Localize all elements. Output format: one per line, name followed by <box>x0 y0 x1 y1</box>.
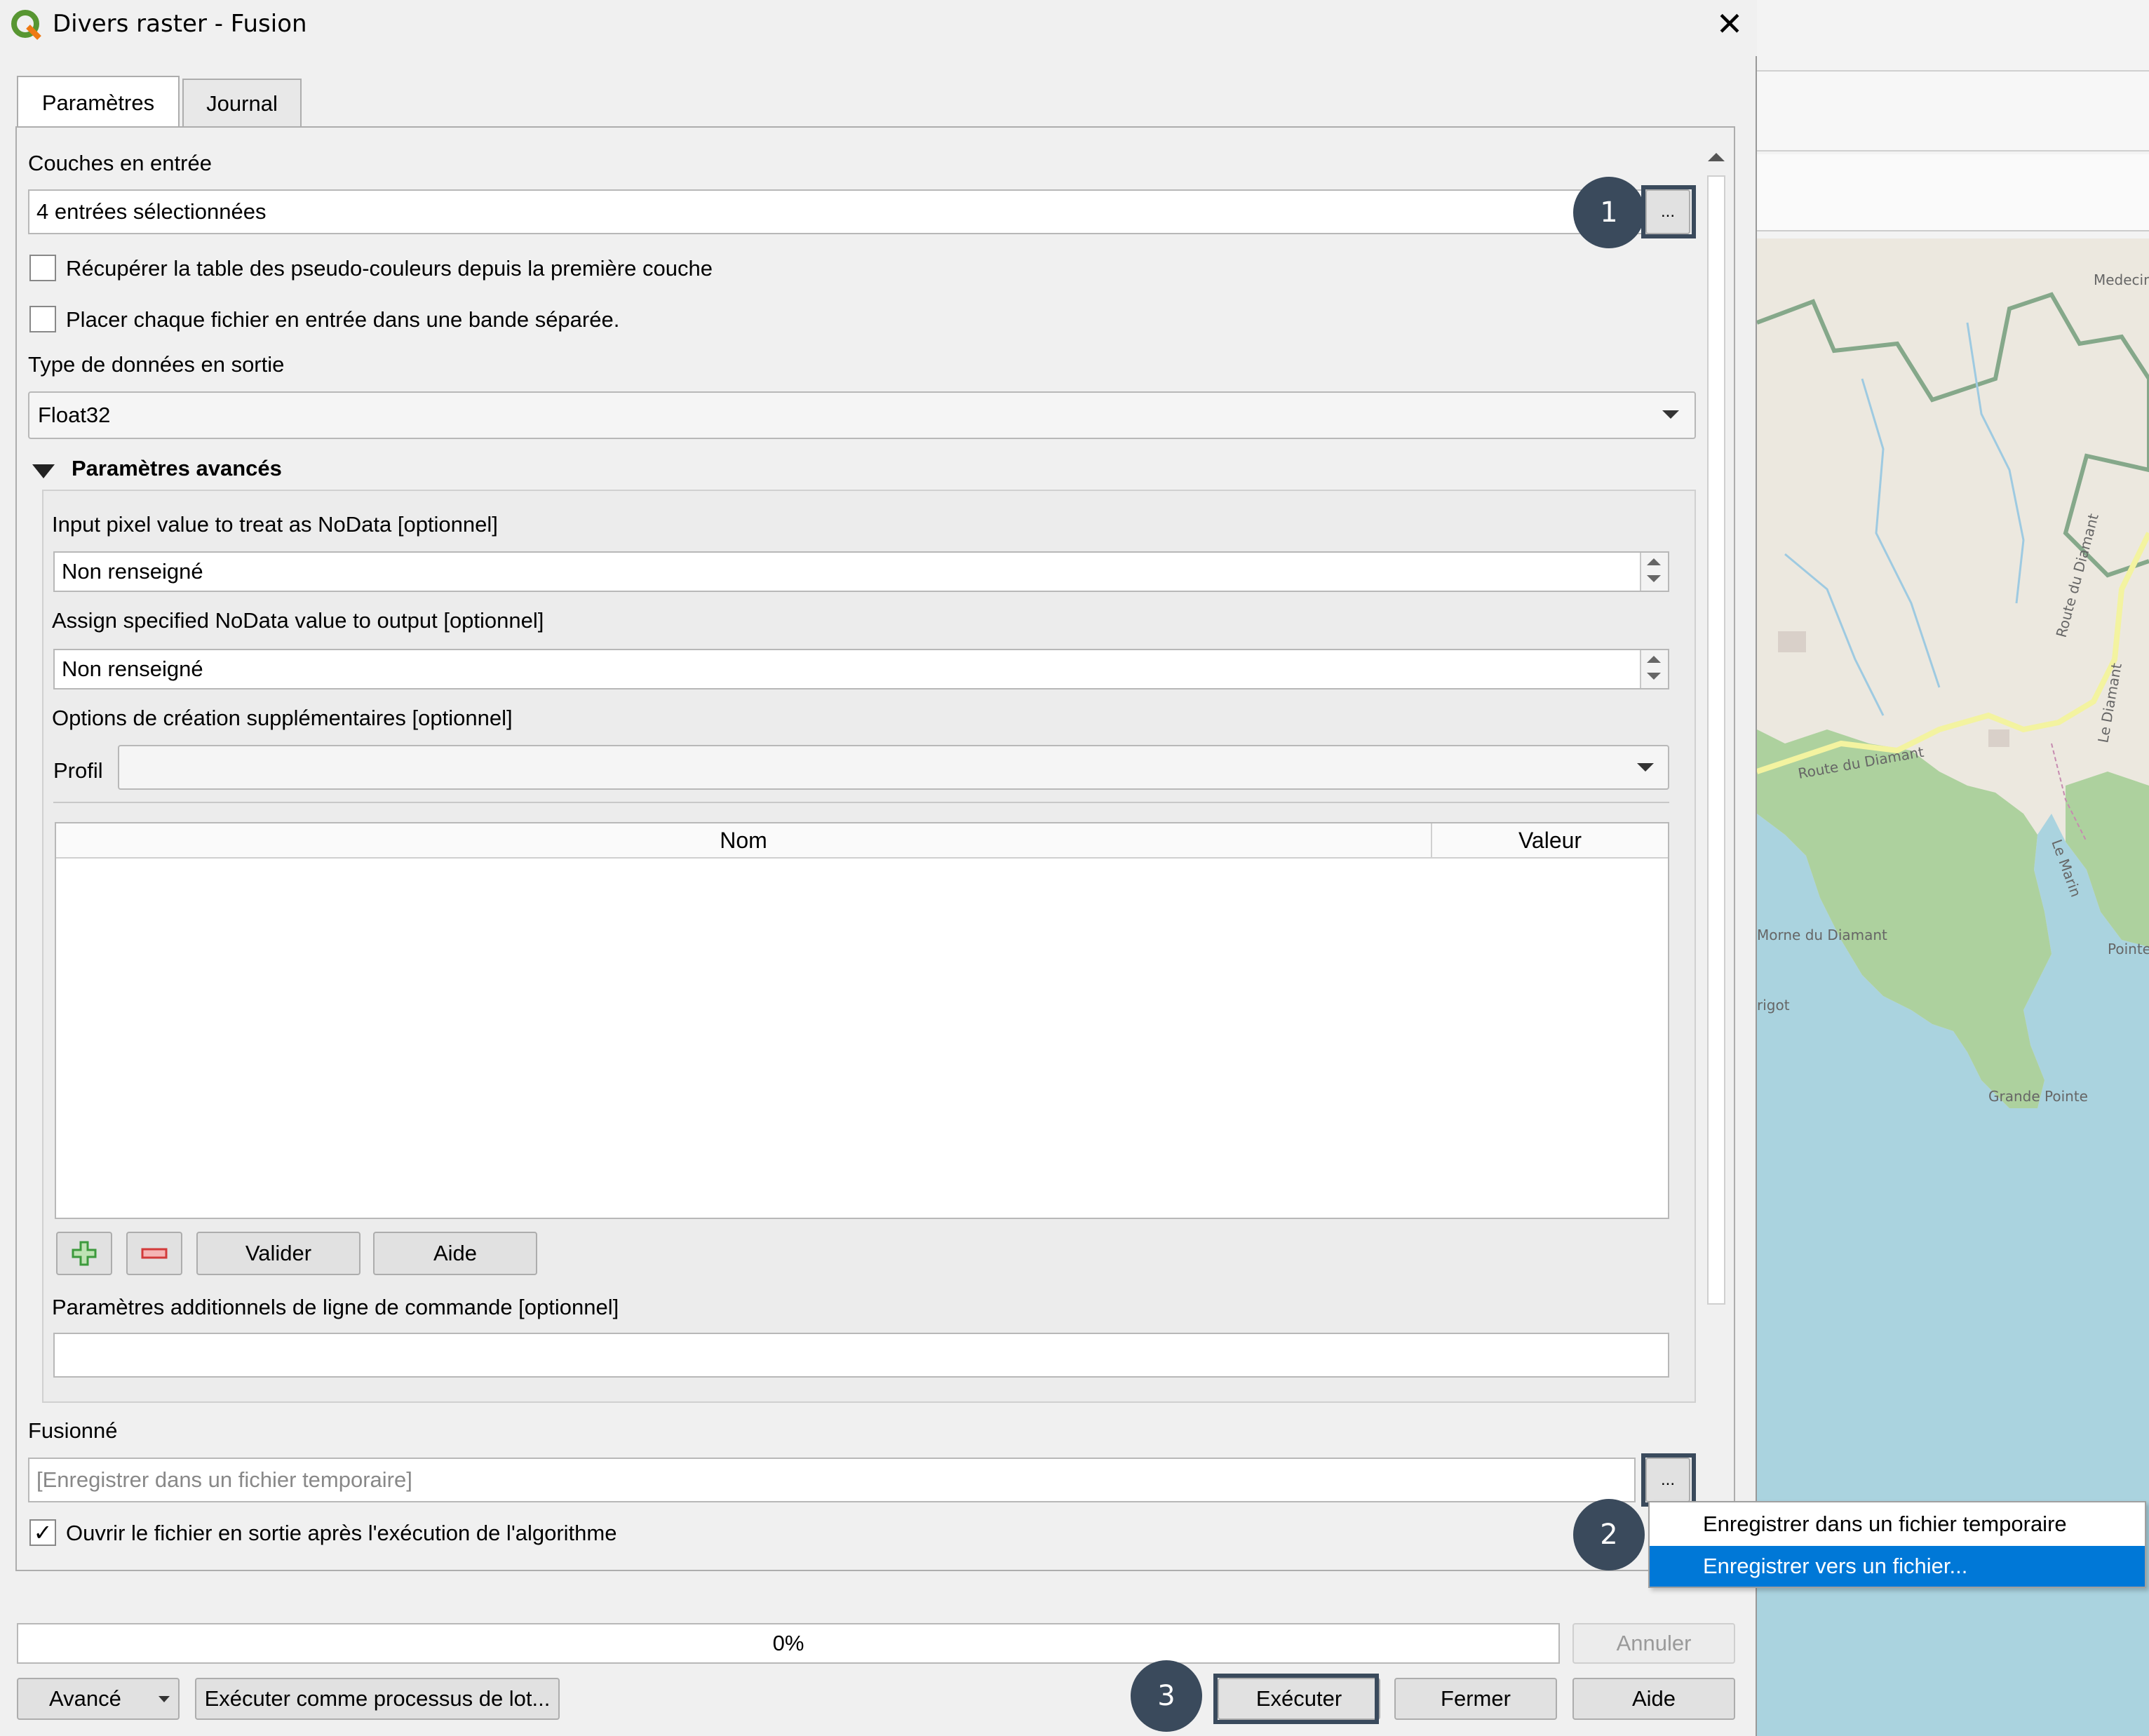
menu-item-save-to-file[interactable]: Enregistrer vers un fichier... <box>1650 1546 2145 1587</box>
input-layers-label: Couches en entrée <box>28 151 212 175</box>
remove-row-button[interactable] <box>126 1232 182 1275</box>
advanced-params-header[interactable]: Paramètres avancés <box>72 456 282 481</box>
merged-label: Fusionné <box>28 1418 118 1443</box>
tab-parametres[interactable]: Paramètres <box>17 76 180 129</box>
chevron-down-icon <box>1637 763 1654 772</box>
background-window: Medecin Route du Diamant Le Marin Route … <box>1757 0 2149 1736</box>
progress-bar: 0% <box>17 1623 1560 1664</box>
close-icon[interactable]: ✕ <box>1710 4 1749 43</box>
pseudocolor-checkbox[interactable] <box>29 255 56 281</box>
highlight-box-1 <box>1641 185 1696 238</box>
step-badge-2: 2 <box>1573 1499 1645 1570</box>
spin-up-icon[interactable] <box>1647 656 1661 663</box>
step-badge-3: 3 <box>1131 1660 1202 1732</box>
extra-cmd-label: Paramètres additionnels de ligne de comm… <box>52 1295 619 1319</box>
batch-process-button[interactable]: Exécuter comme processus de lot... <box>195 1678 560 1720</box>
profile-label: Profil <box>53 758 103 783</box>
svg-text:Medecin: Medecin <box>2094 271 2149 288</box>
options-table[interactable]: Nom Valeur <box>55 822 1669 1219</box>
svg-text:rigot: rigot <box>1757 997 1790 1014</box>
separate-band-label: Placer chaque fichier en entrée dans une… <box>66 307 620 332</box>
svg-text:Morne du Diamant: Morne du Diamant <box>1757 927 1887 943</box>
table-help-button[interactable]: Aide <box>373 1232 537 1275</box>
assign-nodata-label: Assign specified NoData value to output … <box>52 608 544 633</box>
svg-text:Grande Pointe: Grande Pointe <box>1988 1088 2088 1105</box>
qgis-logo-icon <box>11 10 41 40</box>
merge-dialog: Divers raster - Fusion ✕ Paramètres Jour… <box>0 0 1757 1736</box>
spin-up-icon[interactable] <box>1647 558 1661 565</box>
spinbox-arrows[interactable] <box>1640 553 1668 591</box>
separate-band-checkbox[interactable] <box>29 306 56 332</box>
spinbox-arrows-2[interactable] <box>1640 650 1668 688</box>
tab-journal[interactable]: Journal <box>182 79 302 128</box>
vertical-scrollbar[interactable] <box>1700 140 1732 1571</box>
title-bar: Divers raster - Fusion ✕ <box>0 0 1757 56</box>
toolbar-strip <box>1757 70 2149 152</box>
spin-down-icon[interactable] <box>1647 673 1661 680</box>
column-header-nom[interactable]: Nom <box>56 823 1432 859</box>
assign-nodata-spinbox[interactable]: Non renseigné <box>53 649 1669 689</box>
pseudocolor-label: Récupérer la table des pseudo-couleurs d… <box>66 256 713 281</box>
open-output-label: Ouvrir le fichier en sortie après l'exéc… <box>66 1521 617 1545</box>
output-type-label: Type de données en sortie <box>28 352 285 377</box>
chevron-down-icon <box>159 1696 170 1702</box>
advanced-label: Avancé <box>49 1686 121 1711</box>
plus-icon <box>72 1241 97 1266</box>
window-title: Divers raster - Fusion <box>53 10 307 38</box>
highlight-box-3 <box>1213 1674 1379 1724</box>
output-dropdown-menu: Enregistrer dans un fichier temporaire E… <box>1648 1501 2146 1588</box>
step-badge-1: 1 <box>1573 177 1645 248</box>
close-button[interactable]: Fermer <box>1394 1678 1557 1720</box>
svg-text:Pointe Giraud: Pointe Giraud <box>2108 941 2149 957</box>
toolbar-strip-2 <box>1757 154 2149 231</box>
merged-output-field[interactable]: [Enregistrer dans un fichier temporaire] <box>28 1458 1636 1502</box>
profile-select[interactable] <box>118 745 1669 790</box>
triangle-down-icon[interactable] <box>32 464 55 478</box>
divider <box>53 802 1669 803</box>
highlight-box-2 <box>1641 1453 1696 1507</box>
advanced-dropdown-button[interactable]: Avancé <box>17 1678 180 1720</box>
input-nodata-label: Input pixel value to treat as NoData [op… <box>52 512 498 537</box>
spin-down-icon[interactable] <box>1647 575 1661 582</box>
cancel-button[interactable]: Annuler <box>1572 1623 1735 1664</box>
add-row-button[interactable] <box>56 1232 112 1275</box>
input-nodata-spinbox[interactable]: Non renseigné <box>53 551 1669 592</box>
menu-item-temp-file[interactable]: Enregistrer dans un fichier temporaire <box>1650 1504 2145 1545</box>
help-button[interactable]: Aide <box>1572 1678 1735 1720</box>
input-layers-field[interactable]: 4 entrées sélectionnées <box>28 189 1683 234</box>
validate-button[interactable]: Valider <box>196 1232 361 1275</box>
chevron-down-icon <box>1662 410 1679 419</box>
scrollbar-thumb[interactable] <box>1707 175 1725 1305</box>
column-header-valeur[interactable]: Valeur <box>1432 823 1668 859</box>
open-output-checkbox[interactable]: ✓ <box>29 1519 56 1546</box>
output-type-select[interactable]: Float32 <box>28 391 1696 439</box>
minus-icon <box>141 1248 168 1259</box>
extra-cmd-input[interactable] <box>53 1333 1669 1378</box>
scroll-up-icon[interactable] <box>1708 153 1725 161</box>
creation-options-label: Options de création supplémentaires [opt… <box>52 706 513 730</box>
